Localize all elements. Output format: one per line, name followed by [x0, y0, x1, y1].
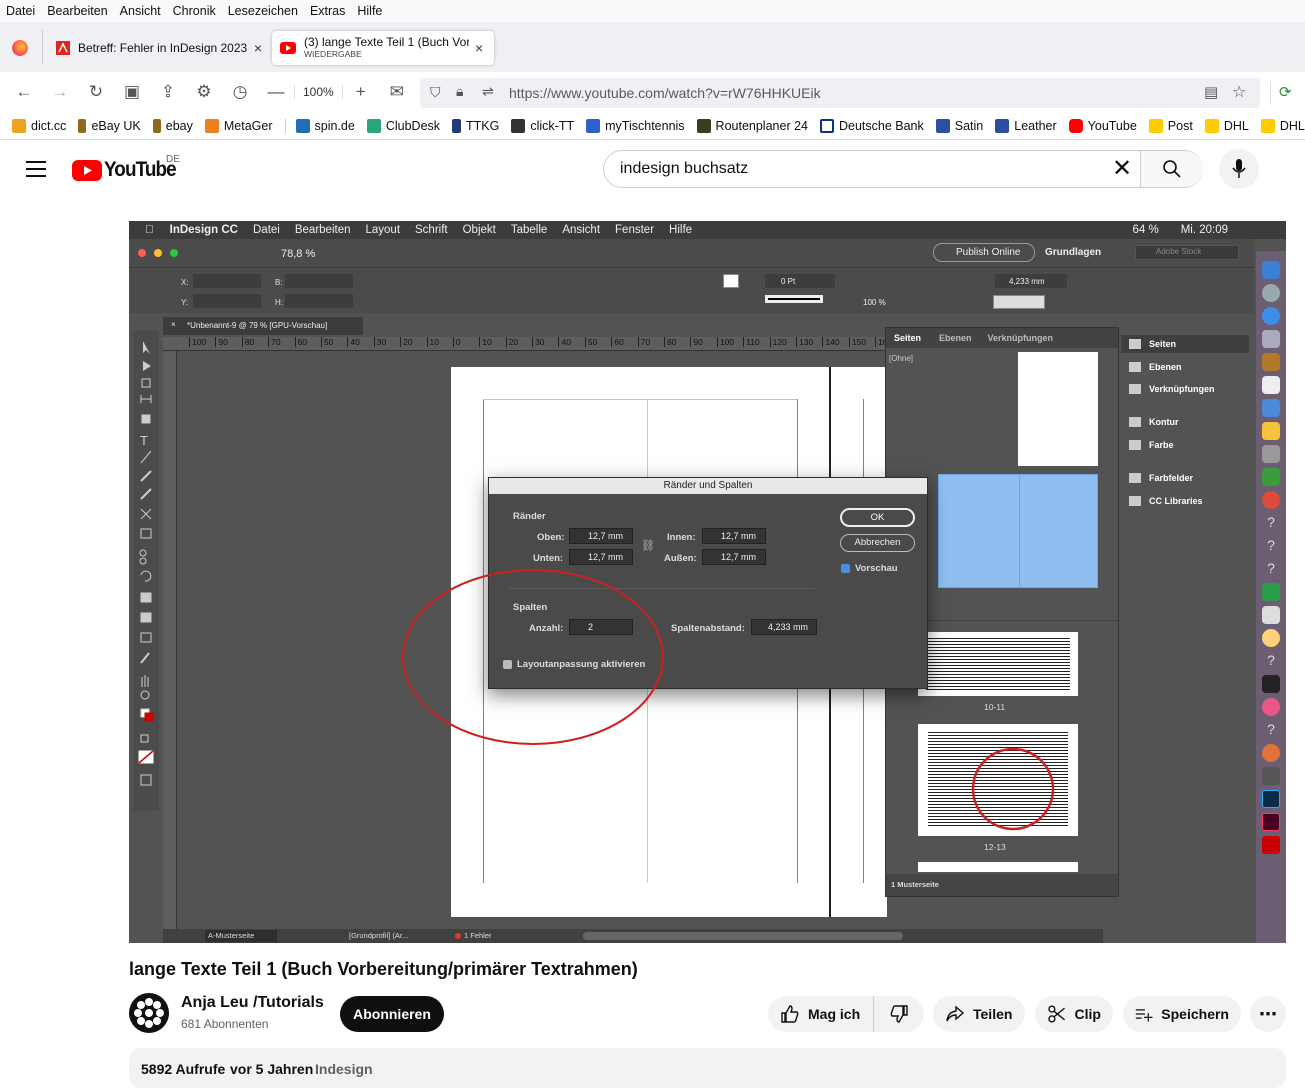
bookmark-item[interactable]: TTKG: [452, 118, 499, 133]
bookmark-item[interactable]: Post: [1148, 118, 1193, 133]
annotation-circle: [971, 747, 1055, 831]
hamburger-menu-icon[interactable]: [26, 161, 46, 177]
permissions-icon[interactable]: ⇌: [482, 83, 494, 100]
region-code: DE: [166, 154, 180, 165]
youtube-logo[interactable]: YouTube DE: [72, 154, 184, 182]
hashtag-link[interactable]: Indesign: [315, 1061, 373, 1077]
clip-button[interactable]: Clip: [1035, 996, 1113, 1032]
bookmark-star-icon[interactable]: ☆: [1232, 82, 1246, 102]
bookmark-item[interactable]: MetaGer: [204, 118, 273, 133]
tab-strip: Betreff: Fehler in InDesign 2023 × (3) l…: [0, 22, 1305, 72]
bookmark-item[interactable]: Leather: [995, 118, 1057, 133]
channel-name[interactable]: Anja Leu /Tutorials: [181, 994, 324, 1012]
search-input[interactable]: indesign buchsatz: [620, 160, 748, 178]
tab-playing-label: WIEDERGABE: [304, 49, 362, 59]
lock-icon[interactable]: 🔒︎: [456, 83, 463, 100]
bookmark-item[interactable]: eBay UK: [78, 118, 141, 133]
zoom-in-icon[interactable]: +: [343, 82, 379, 102]
bookmarks-toolbar: dict.cc eBay UK ebay MetaGer spin.de Clu…: [0, 112, 1305, 140]
reader-view-icon[interactable]: ▤: [1204, 83, 1218, 101]
playlist-add-icon: [1135, 1009, 1153, 1022]
reload-icon[interactable]: ↻: [78, 82, 114, 102]
like-button[interactable]: Mag ich: [768, 996, 874, 1032]
pocket-icon[interactable]: ⇪: [150, 82, 186, 102]
voice-search-button[interactable]: [1219, 149, 1259, 189]
bookmark-item[interactable]: ClubDesk: [366, 118, 440, 133]
youtube-favicon-icon: [280, 42, 296, 54]
screenshot-icon[interactable]: ▣: [114, 82, 150, 102]
menu-extras[interactable]: Extras: [304, 4, 351, 18]
video-title: lange Texte Teil 1 (Buch Vorbereitung/pr…: [129, 959, 638, 979]
channel-logo-icon: [134, 998, 164, 1028]
menu-ansicht[interactable]: Ansicht: [114, 4, 167, 18]
close-icon[interactable]: ×: [254, 40, 262, 56]
settings-gear-icon[interactable]: ⚙: [186, 82, 222, 102]
like-dislike-group: Mag ich: [768, 996, 924, 1032]
bookmark-item[interactable]: DHL priv: [1260, 118, 1305, 133]
bookmark-item[interactable]: YouTube: [1068, 118, 1137, 133]
bookmark-item[interactable]: dict.cc: [12, 118, 66, 133]
scissors-icon: [1048, 1005, 1066, 1023]
menu-hilfe[interactable]: Hilfe: [351, 4, 388, 18]
share-button[interactable]: Teilen: [933, 996, 1025, 1032]
bookmark-item[interactable]: ebay: [152, 118, 193, 133]
bookmark-item[interactable]: click-TT: [511, 118, 574, 133]
firefox-menubar: Datei Bearbeiten Ansicht Chronik Lesezei…: [0, 0, 1305, 22]
thumbs-down-icon: [890, 1005, 908, 1023]
upload-age: vor 5 Jahren: [230, 1061, 314, 1077]
bookmark-item[interactable]: DHL: [1204, 118, 1249, 133]
menu-lesezeichen[interactable]: Lesezeichen: [222, 4, 304, 18]
dislike-button[interactable]: [874, 996, 924, 1032]
shield-icon[interactable]: ⛉: [430, 84, 441, 101]
tab-acrobat-forum[interactable]: Betreff: Fehler in InDesign 2023 ×: [48, 31, 270, 65]
bookmark-item[interactable]: Satin: [935, 118, 983, 133]
menu-chronik[interactable]: Chronik: [167, 4, 222, 18]
microphone-icon: [1232, 159, 1246, 178]
bookmark-item[interactable]: Routenplaner 24: [696, 118, 808, 133]
extension-icon[interactable]: ⟳: [1270, 81, 1305, 105]
tab-title: Betreff: Fehler in InDesign 2023: [77, 41, 248, 55]
bookmark-item[interactable]: Deutsche Bank: [819, 118, 924, 133]
back-icon[interactable]: ←: [6, 82, 42, 102]
tab-divider: [42, 30, 43, 64]
share-arrow-icon: [946, 1005, 965, 1022]
tab-title: (3) lange Texte Teil 1 (Buch Vorb: [304, 36, 469, 49]
search-icon: [1163, 160, 1181, 178]
mail-icon[interactable]: ✉: [379, 82, 415, 102]
zoom-out-icon[interactable]: —: [258, 82, 294, 102]
annotation-circle: [402, 569, 664, 745]
firefox-menu-icon[interactable]: [12, 40, 28, 56]
url-text[interactable]: https://www.youtube.com/watch?v=rW76HHKU…: [509, 85, 821, 101]
bookmark-item[interactable]: myTischtennis: [586, 118, 685, 133]
close-icon[interactable]: ×: [475, 40, 483, 56]
thumbs-up-icon: [781, 1005, 799, 1023]
youtube-play-icon: [72, 159, 102, 181]
annotation-overlay: [402, 569, 1055, 831]
tab-youtube[interactable]: (3) lange Texte Teil 1 (Buch Vorb WIEDER…: [272, 31, 494, 65]
url-bar[interactable]: ⛉ 🔒︎ ⇌ https://www.youtube.com/watch?v=r…: [420, 78, 1260, 108]
menu-bearbeiten[interactable]: Bearbeiten: [41, 4, 113, 18]
description-box[interactable]: 5892 Aufrufe vor 5 Jahren Indesign: [129, 1048, 1286, 1088]
save-button[interactable]: Speichern: [1123, 996, 1241, 1032]
zoom-level[interactable]: 100%: [294, 85, 343, 99]
forward-icon[interactable]: →: [42, 82, 78, 102]
clear-search-icon[interactable]: ✕: [1112, 154, 1132, 183]
search-box[interactable]: indesign buchsatz ✕: [603, 150, 1203, 188]
view-count: 5892 Aufrufe: [141, 1061, 226, 1077]
menu-datei[interactable]: Datei: [0, 4, 41, 18]
history-clock-icon[interactable]: ◷: [222, 82, 258, 102]
video-player[interactable]:  InDesign CC Datei Bearbeiten Layout Sc…: [129, 221, 1286, 943]
channel-avatar[interactable]: [129, 993, 169, 1033]
youtube-wordmark: YouTube: [104, 158, 177, 181]
more-actions-icon[interactable]: ⋯: [1250, 996, 1286, 1032]
adobe-icon: [56, 41, 70, 55]
bookmark-item[interactable]: spin.de: [284, 118, 355, 133]
search-button[interactable]: [1140, 151, 1203, 187]
subscriber-count: 681 Abonnenten: [181, 1017, 269, 1031]
subscribe-button[interactable]: Abonnieren: [340, 996, 444, 1032]
